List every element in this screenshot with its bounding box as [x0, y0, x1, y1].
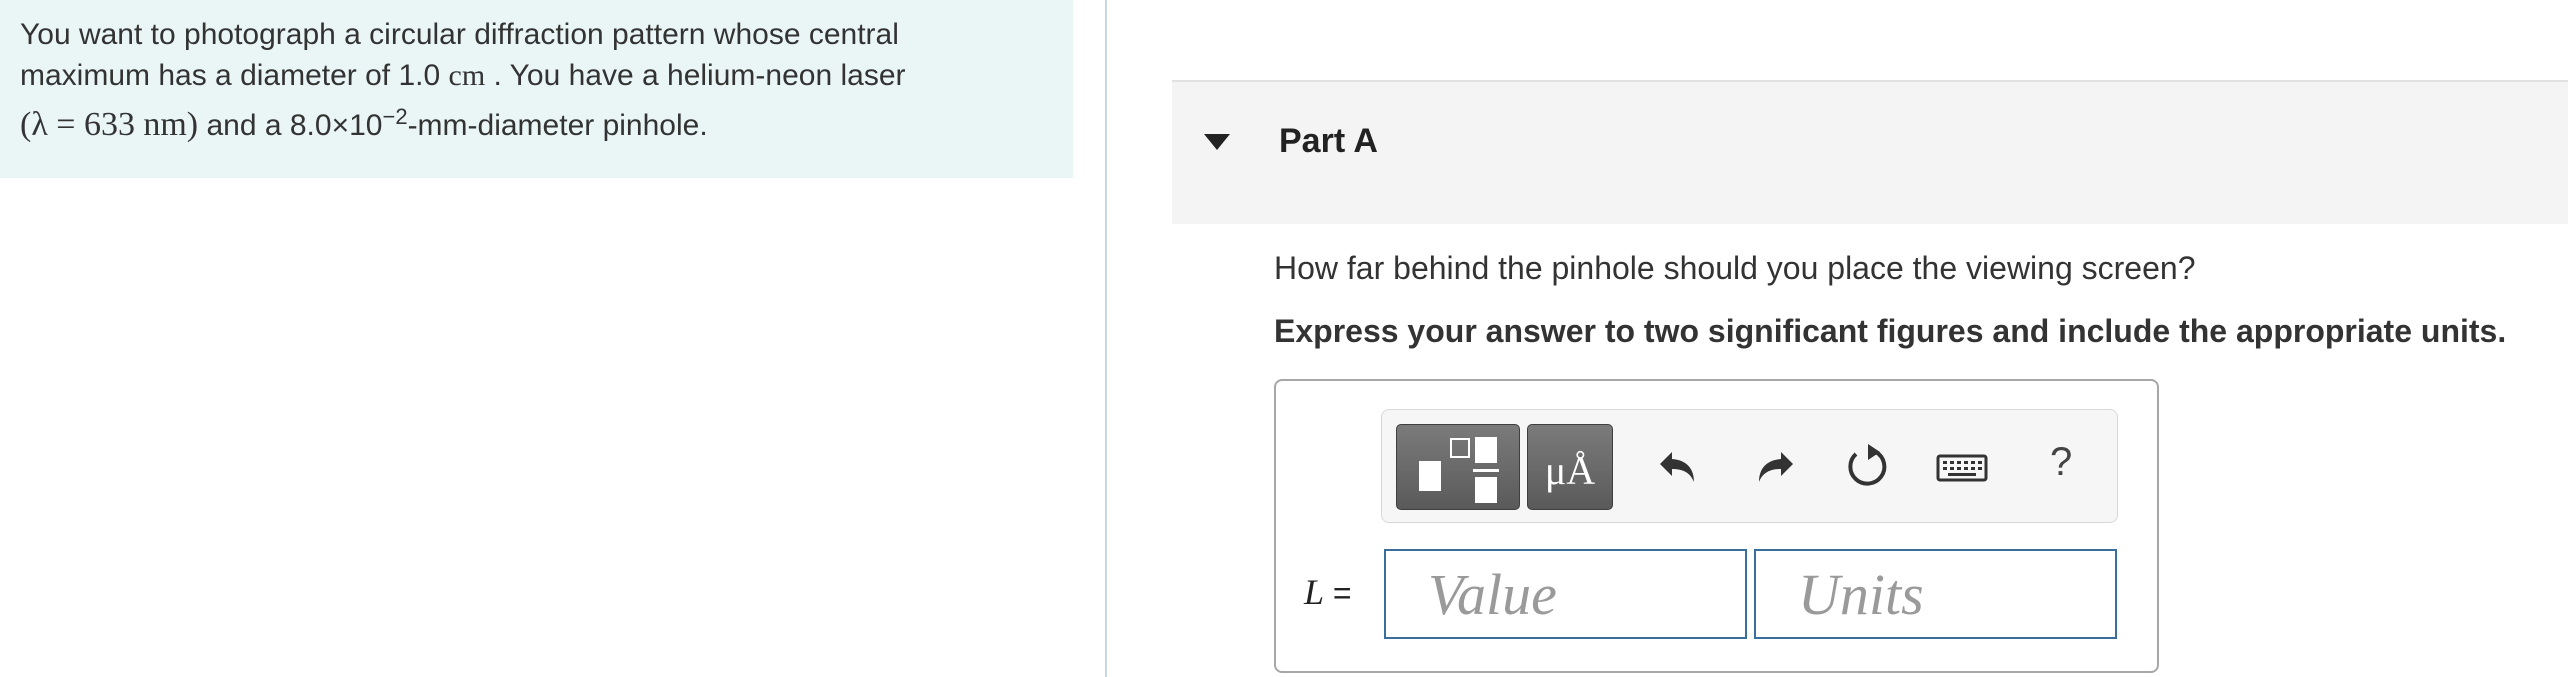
help-button[interactable]: ?	[2050, 440, 2072, 485]
problem-text-segment: and a 8.0×10	[206, 109, 383, 142]
problem-line-3: (λ = 633 nm) and a 8.0×10−2-mm-diameter …	[20, 96, 1060, 146]
part-title: Part A	[1279, 122, 1378, 160]
collapse-caret-icon[interactable]	[1204, 134, 1230, 150]
equals-sign: =	[1332, 575, 1352, 611]
problem-text-segment: You want to photograph a circular diffra…	[20, 18, 899, 51]
unit-nm: nm)	[143, 106, 199, 143]
unit-cm: cm	[448, 59, 486, 92]
question-text: How far behind the pinhole should you pl…	[1274, 250, 2196, 286]
problem-text: You want to photograph a circular diffra…	[20, 14, 1060, 146]
problem-text-segment: maximum has a diameter of 1.0	[20, 59, 441, 92]
answer-instruction: Express your answer to two significant f…	[1274, 313, 2507, 349]
exponent: −2	[382, 104, 408, 129]
math-toolbar: μÅ ?	[1381, 409, 2118, 523]
reset-icon[interactable]	[1840, 440, 1892, 492]
keyboard-icon[interactable]	[1934, 440, 1990, 492]
answer-box: μÅ ? L =	[1274, 379, 2159, 673]
problem-text-segment: -mm-diameter pinhole.	[407, 109, 708, 142]
templates-button[interactable]	[1396, 424, 1520, 510]
redo-icon[interactable]	[1747, 440, 1799, 492]
answer-label: L =	[1304, 571, 1352, 613]
units-input[interactable]	[1754, 549, 2117, 639]
wavelength-expression: (λ = 633	[20, 106, 135, 143]
value-input[interactable]	[1384, 549, 1747, 639]
problem-line-1: You want to photograph a circular diffra…	[20, 14, 1060, 55]
fraction-template-icon	[1419, 437, 1499, 503]
problem-statement-panel: You want to photograph a circular diffra…	[0, 0, 1073, 178]
problem-text-segment: . You have a helium-neon laser	[493, 59, 906, 92]
units-button-label: μÅ	[1544, 448, 1596, 493]
part-a-header[interactable]: Part A	[1172, 80, 2568, 224]
panel-divider	[1105, 0, 1107, 677]
undo-icon[interactable]	[1654, 440, 1706, 492]
problem-line-2: maximum has a diameter of 1.0 cm . You h…	[20, 55, 1060, 96]
answer-variable: L	[1304, 572, 1325, 612]
units-button[interactable]: μÅ	[1527, 424, 1613, 510]
